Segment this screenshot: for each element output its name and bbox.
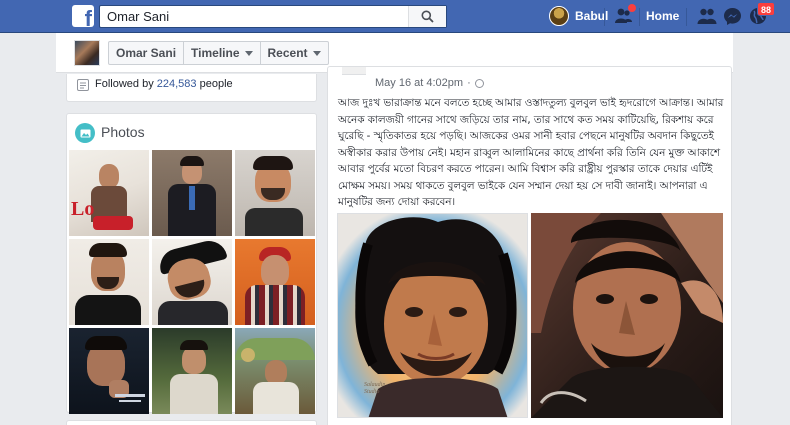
avatar	[549, 6, 569, 26]
photo-thumbnail[interactable]	[152, 328, 232, 414]
home-link[interactable]: Home	[646, 9, 679, 23]
post-text: আজ দুঃখ ভারাক্রান্ত মনে বলতে হচ্ছে আমার …	[338, 97, 724, 208]
post-image-portrait-painting[interactable]: Salaudin Studio	[337, 213, 528, 418]
next-card-edge	[66, 420, 317, 425]
top-navigation-bar: f Babul Home 88	[0, 0, 790, 33]
photo-thumbnail[interactable]	[69, 328, 149, 414]
photo-thumbnail[interactable]	[152, 239, 232, 325]
search-button[interactable]	[408, 6, 446, 27]
post-author-avatar[interactable]	[342, 67, 366, 75]
subnav-tabs: Omar Sani Timeline Recent	[108, 41, 329, 65]
photo-grid: Lo	[69, 150, 315, 414]
notifications-badge: 88	[757, 2, 776, 16]
photo-thumbnail[interactable]	[69, 239, 149, 325]
tab-label: Timeline	[191, 46, 240, 60]
search-input[interactable]	[100, 6, 410, 27]
portrait-photo	[531, 213, 723, 418]
tab-recent[interactable]: Recent	[261, 42, 328, 64]
photo-thumbnail[interactable]	[235, 239, 315, 325]
photo-thumbnail[interactable]	[235, 150, 315, 236]
photo-thumbnail[interactable]: Lo	[69, 150, 149, 236]
followed-by-text: Followed by 224,583 people	[95, 78, 233, 90]
post-image-photo[interactable]	[531, 213, 723, 418]
friend-requests-icon[interactable]	[697, 7, 717, 25]
followed-suffix: people	[199, 78, 233, 90]
tab-label: Omar Sani	[116, 46, 177, 60]
photo-thumbnail[interactable]	[235, 328, 315, 414]
new-activity-dot	[628, 4, 636, 12]
messenger-icon[interactable]	[723, 7, 742, 26]
divider	[686, 8, 687, 26]
tab-profile-name[interactable]: Omar Sani	[109, 42, 185, 64]
meta-separator: ·	[467, 77, 471, 89]
intro-card: Followed by 224,583 people	[66, 74, 317, 102]
facebook-logo-icon[interactable]: f	[72, 5, 94, 27]
photo-icon	[75, 123, 95, 143]
watermark: Salaudin Studio	[364, 382, 386, 395]
profile-avatar[interactable]	[74, 40, 100, 66]
followers-icon	[77, 79, 89, 91]
post-timestamp-link[interactable]: May 16 at 4:02pm	[375, 77, 463, 89]
photos-card: Photos Lo	[66, 113, 317, 414]
tab-label: Recent	[267, 46, 308, 60]
photos-title[interactable]: Photos	[101, 124, 145, 140]
followers-count-link[interactable]: 224,583	[157, 78, 197, 90]
post-meta: May 16 at 4:02pm ·	[375, 77, 484, 89]
public-globe-icon[interactable]	[474, 78, 484, 88]
chevron-down-icon	[244, 50, 253, 56]
chevron-down-icon	[312, 50, 321, 56]
post-card: May 16 at 4:02pm · আজ দুঃখ ভারাক্রান্ত ম…	[327, 66, 732, 425]
divider	[604, 8, 605, 26]
profile-link[interactable]: Babul	[549, 5, 608, 27]
search-box	[99, 5, 447, 28]
search-icon	[421, 10, 434, 23]
tab-timeline[interactable]: Timeline	[184, 42, 261, 64]
divider	[639, 8, 640, 26]
photo-thumbnail[interactable]	[152, 150, 232, 236]
followed-prefix: Followed by	[95, 78, 154, 90]
